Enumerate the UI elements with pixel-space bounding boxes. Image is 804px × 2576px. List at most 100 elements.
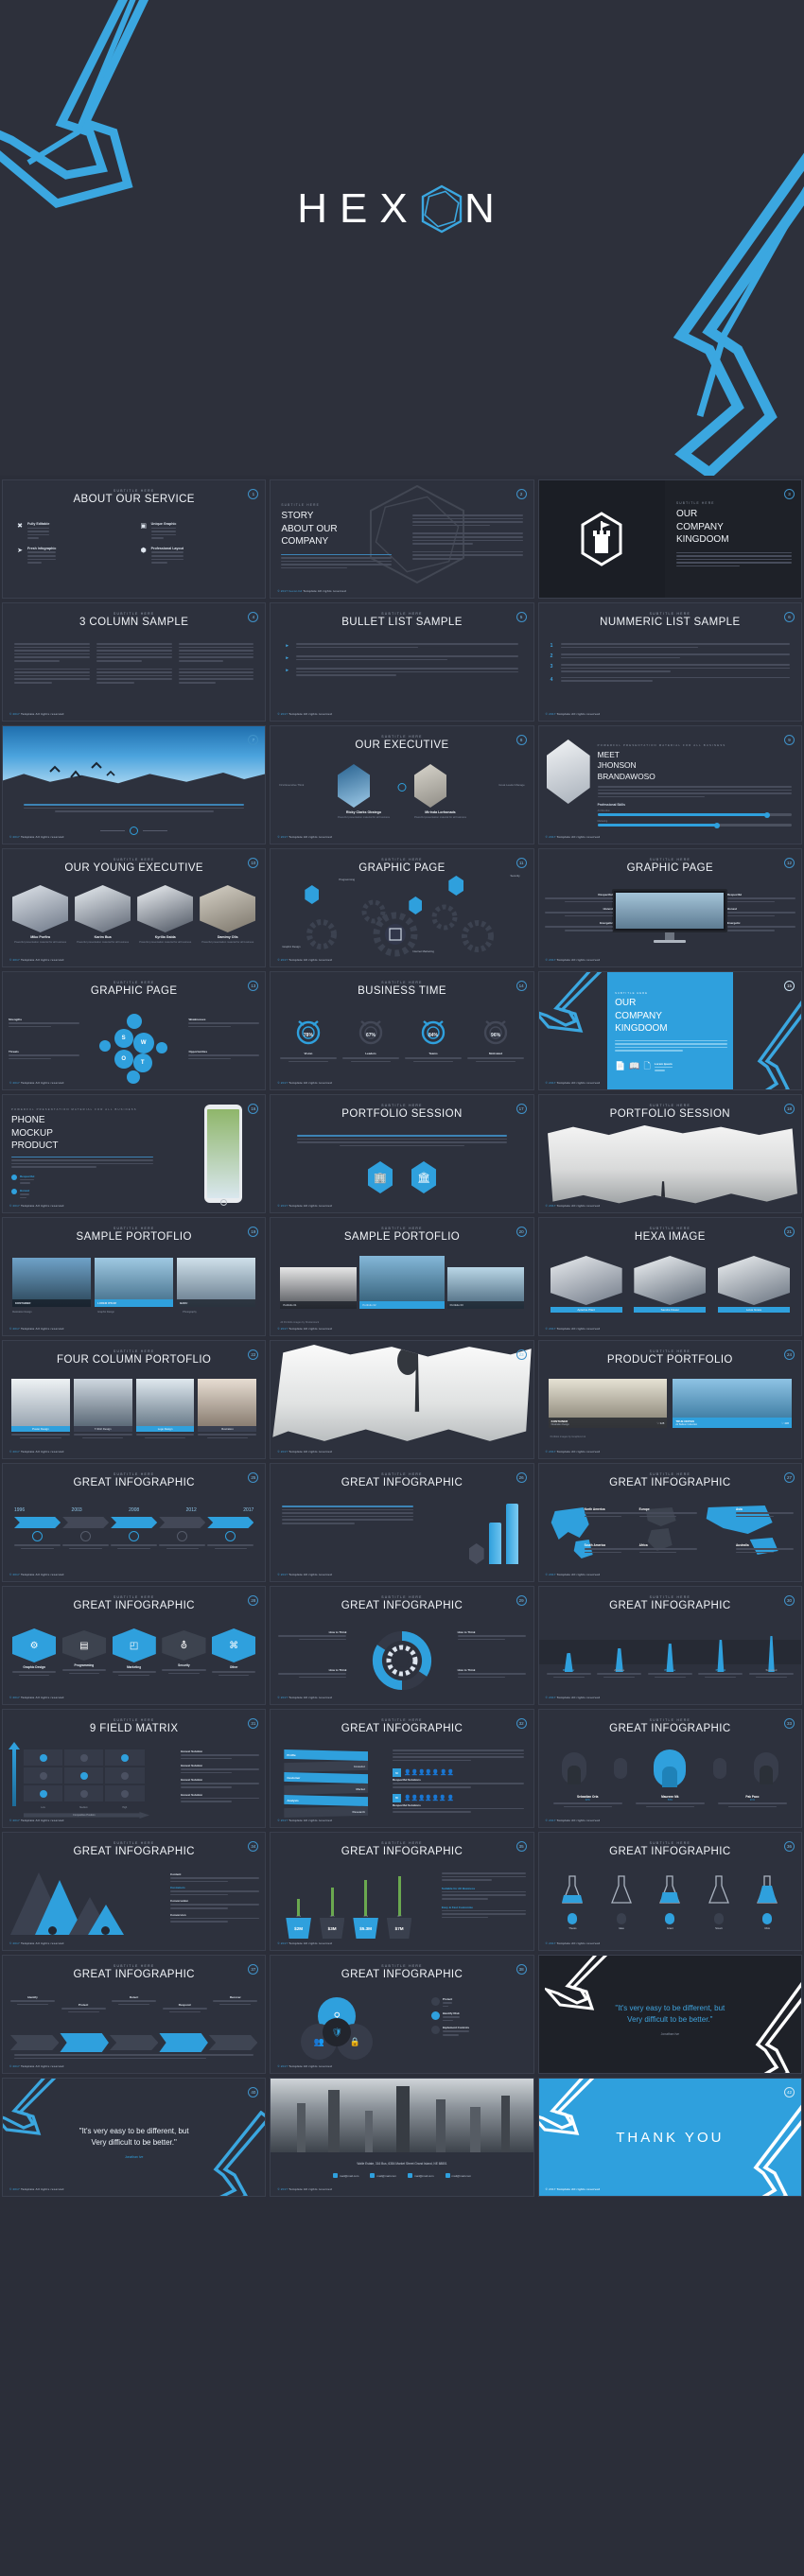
donut-item: How to Think [278, 1630, 347, 1641]
slide-graphic-page-monitor[interactable]: SUBTITLE HERE GRAPHIC PAGE 12 Respectful… [537, 848, 802, 967]
person-avatar [753, 1752, 778, 1784]
gallery-item[interactable]: BAKU [177, 1258, 256, 1307]
slide-business-time[interactable]: SUBTITLE HERE BUSINESS TIME 14 78% Visio… [270, 971, 534, 1090]
team-member[interactable]: Damimy Olis Powerful presentation materi… [200, 885, 256, 945]
slide-subtitle: SUBTITLE HERE [649, 1227, 691, 1230]
slide-four-column-portoflio[interactable]: SUBTITLE HERE FOUR COLUMN PORTOFLIO 22 P… [2, 1340, 267, 1459]
slide-our-young-executive[interactable]: SUBTITLE HERE OUR YOUNG EXECUTIVE 10 Mik… [2, 848, 267, 967]
slide-subtitle: SUBTITLE HERE [675, 501, 715, 505]
slide-subtitle: SUBTITLE HERE [281, 503, 320, 507]
column-item[interactable]: Logo Design [135, 1379, 195, 1439]
team-member[interactable]: Kyrilla Gaida Powerful presentation mate… [137, 885, 194, 945]
profile-text: Powerful presentation material for all b… [597, 743, 792, 828]
slide-graphic-page-gears[interactable]: SUBTITLE HERE GRAPHIC PAGE 11 Programmin… [270, 848, 534, 967]
footer-year: © 2017 [9, 1450, 20, 1453]
social-mail[interactable]: mail@mail.com [332, 2173, 358, 2178]
slide-nummeric-list-sample[interactable]: SUBTITLE HERE NUMMERIC LIST SAMPLE 6 1 2… [537, 602, 802, 722]
slide-infographic-plants[interactable]: SUBTITLE HERE GREAT INFOGRAPHIC 35 2014 … [270, 1832, 534, 1951]
slide-story-about-our-company[interactable]: 2 SUBTITLE HERE STORY ABOUT OUR COMPANY … [270, 479, 534, 599]
slide-contact[interactable]: Walle Estate, 316 Bus, 6384 Market Stree… [270, 2078, 534, 2197]
slide-title: GREAT INFOGRAPHIC [609, 1600, 731, 1611]
hexa-item[interactable]: Sandra Flower [634, 1256, 707, 1313]
slide-our-executive[interactable]: SUBTITLE HERE OUR EXECUTIVE 8 Ricky Clar… [270, 725, 534, 844]
slide-infographic-stack-ribbon[interactable]: SUBTITLE HERE GREAT INFOGRAPHIC 32 Profi… [270, 1709, 534, 1828]
slide-about-our-service[interactable]: SUBTITLE HERE ABOUT OUR SERVICE 1 ✖ Full… [2, 479, 267, 599]
footer-rights: Template All rights reserved [288, 1081, 332, 1085]
executive-card[interactable]: Ricky Clarks Obstego Powerful presentati… [338, 764, 390, 820]
slide-title: PORTFOLIO SESSION [341, 1108, 463, 1120]
castle-panel [538, 480, 665, 598]
gallery-item[interactable]: Portfolio 02 [359, 1256, 445, 1309]
social-dribbble[interactable]: mail@mail.com [407, 2173, 434, 2178]
hexa-item[interactable]: Aplerica Plant [550, 1256, 622, 1313]
quote-block: "It's very easy to be different, but Ver… [539, 2003, 801, 2036]
slide-infographic-people-stats[interactable]: SUBTITLE HERE GREAT INFOGRAPHIC 33 Sebas… [537, 1709, 802, 1828]
product-card[interactable]: TRUE NOTEN Air Balloon Collection ♡ 436 [673, 1379, 792, 1428]
social-facebook[interactable]: mail@mail.com [445, 2173, 471, 2178]
clock-item: 78% Vision [280, 1016, 337, 1063]
slide-quote-blue[interactable]: "It's very easy to be different, but Ver… [537, 1955, 802, 2074]
slide-bullet-list-sample[interactable]: SUBTITLE HERE BULLET LIST SAMPLE 5 ▸ ▸ ▸… [270, 602, 534, 722]
feature-label: Fresh Infographic [27, 546, 57, 550]
footer-rights: Template All rights reserved [20, 712, 64, 716]
slide-sample-portoflio-b[interactable]: SUBTITLE HERE SAMPLE PORTOFLIO 20 Portfo… [270, 1217, 534, 1336]
gallery-item[interactable]: Portfolio 03 [446, 1267, 524, 1309]
slide-subtitle: SUBTITLE HERE [649, 1595, 691, 1599]
stat-value: 80 [393, 1793, 401, 1802]
product-row: KONTAINER Illustration Design ♡ 328 TRUE… [548, 1379, 792, 1428]
slide-brush-sky-image[interactable]: 7 © 2017 Template All rights reserved [2, 725, 267, 844]
social-twitter[interactable]: mail@mail.com [370, 2173, 396, 2178]
slide-product-portfolio[interactable]: SUBTITLE HERE PRODUCT PORTFOLIO 24 KONTA… [537, 1340, 802, 1459]
member-role: Powerful presentation material for all b… [14, 940, 67, 944]
hex-label: Graphic Design [23, 1665, 45, 1669]
slide-blue-company-kingdoom[interactable]: 15 SUBTITLE HERE OUR COMPANY KINGDOOM 📄 … [537, 971, 802, 1090]
person-silhouette-icon [660, 1181, 666, 1199]
slide-meet-jhonson-brandawoso[interactable]: 9 Powerful presentation material for all… [537, 725, 802, 844]
evolution-stage [698, 1640, 743, 1672]
hexagon-o-icon [422, 184, 463, 234]
slide-graphic-page-swot[interactable]: SUBTITLE HERE GRAPHIC PAGE 13 S W O T St… [2, 971, 267, 1090]
gallery-item[interactable]: LOREM IPSUM [95, 1258, 174, 1307]
gallery-subs: Illustration Design Graphic Design Photo… [12, 1311, 255, 1314]
item-tag: Logo Design [135, 1426, 195, 1432]
column-item[interactable]: T-Shirt Design [73, 1379, 132, 1439]
slide-portfolio-session-icons[interactable]: SUBTITLE HERE PORTFOLIO SESSION 17 🏢 🏛 ©… [270, 1094, 534, 1213]
slide-infographic-timeline[interactable]: SUBTITLE HERE GREAT INFOGRAPHIC 25 1996 … [2, 1463, 267, 1582]
slide-three-column-sample[interactable]: SUBTITLE HERE 3 COLUMN SAMPLE 4 © 2017 T… [2, 602, 267, 722]
column-item[interactable]: Poster Design [11, 1379, 70, 1439]
slide-infographic-evolution[interactable]: SUBTITLE HERE GREAT INFOGRAPHIC 30 Disco… [537, 1586, 802, 1705]
matrix-cell [24, 1749, 63, 1766]
slide-infographic-arrow-process[interactable]: SUBTITLE HERE GREAT INFOGRAPHIC 37 Ident… [2, 1955, 267, 2074]
slide-our-company-kingdoom[interactable]: 3 SUBTITLE HERE OUR COMPANY KINGDOOM [537, 479, 802, 599]
gallery-item[interactable]: Portfolio 01 [280, 1267, 358, 1309]
slide-subtitle: SUBTITLE HERE [381, 1595, 423, 1599]
slide-infographic-gear-donut[interactable]: SUBTITLE HERE GREAT INFOGRAPHIC 29 How t… [270, 1586, 534, 1705]
venn-diagram: ⚲ 👥 🔒 🛡 [297, 1997, 376, 2062]
executive-card[interactable]: Mirinda Lorhonads Powerful presentation … [413, 764, 466, 820]
product-card[interactable]: KONTAINER Illustration Design ♡ 328 [548, 1379, 668, 1428]
slide-brush-tree-image[interactable]: 23 © 2017 Template All rights reserved [270, 1340, 534, 1459]
footer-rights: Template All rights reserved [288, 1450, 332, 1453]
slide-hexa-image[interactable]: SUBTITLE HERE HEXA IMAGE 21 Aplerica Pla… [537, 1217, 802, 1336]
team-member[interactable]: Karim Bua Powerful presentation material… [75, 885, 131, 945]
gallery-item[interactable]: KONTAINER [12, 1258, 92, 1307]
slide-infographic-mountains[interactable]: SUBTITLE HERE GREAT INFOGRAPHIC 34 Conte… [2, 1832, 267, 1951]
slide-infographic-world-map[interactable]: SUBTITLE HERE GREAT INFOGRAPHIC 27 North… [537, 1463, 802, 1582]
slide-quote-dark[interactable]: 40 "It's very easy to be different, but … [2, 2078, 267, 2197]
stat-row: 80 👤👤👤👤👤👤 👤 [393, 1793, 524, 1802]
slide-portfolio-session-brush[interactable]: SUBTITLE HERE PORTFOLIO SESSION 18 © 201… [537, 1094, 802, 1213]
slide-infographic-hex-icons[interactable]: SUBTITLE HERE GREAT INFOGRAPHIC 28 ⚙ Gra… [2, 1586, 267, 1705]
slide-infographic-bars[interactable]: SUBTITLE HERE GREAT INFOGRAPHIC 26 © 201… [270, 1463, 534, 1582]
team-member[interactable]: Miko Porfira Powerful presentation mater… [12, 885, 69, 945]
slide-thank-you[interactable]: 42 THANK YOU © 2017 Template All rights … [537, 2078, 802, 2197]
item-tag: LOREM IPSUM [97, 1301, 116, 1305]
slide-nine-field-matrix[interactable]: SUBTITLE HERE 9 FIELD MATRIX 31 Low Medi… [2, 1709, 267, 1828]
nav-dots[interactable] [3, 827, 265, 835]
column-item[interactable]: Illustration [198, 1379, 257, 1439]
hexa-item[interactable]: Lotus Grace [718, 1256, 790, 1313]
slide-infographic-flasks[interactable]: SUBTITLE HERE GREAT INFOGRAPHIC 36 Thesi… [537, 1832, 802, 1951]
slide-phone-mockup-product[interactable]: 16 Powerful presentation material for al… [2, 1094, 267, 1213]
slide-infographic-venn[interactable]: SUBTITLE HERE GREAT INFOGRAPHIC 38 ⚲ 👥 🔒… [270, 1955, 534, 2074]
slide-sample-portoflio-a[interactable]: SUBTITLE HERE SAMPLE PORTOFLIO 19 KONTAI… [2, 1217, 267, 1336]
member-name: Kyrilla Gaida [154, 935, 176, 939]
